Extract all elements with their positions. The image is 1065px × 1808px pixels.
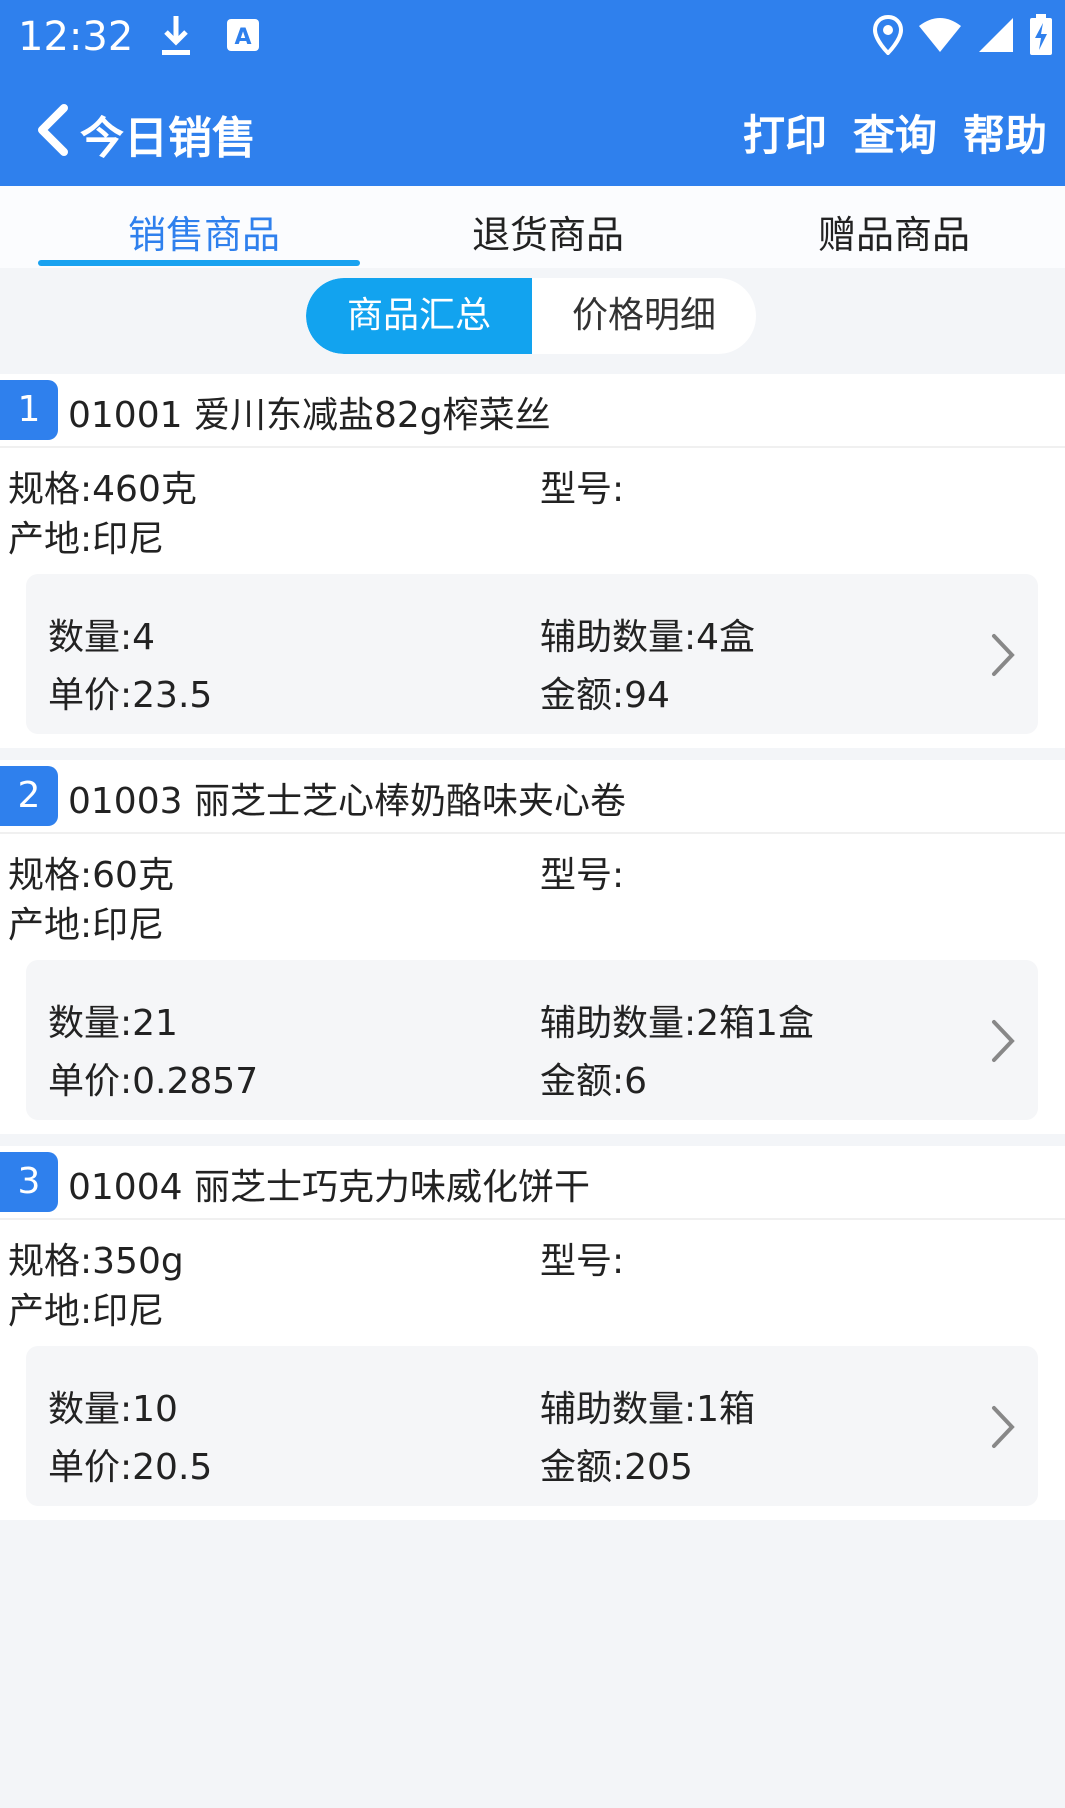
product-amount: 金额:94 — [540, 675, 670, 716]
product-model: 型号: — [540, 469, 625, 510]
product-index-badge: 1 — [0, 380, 58, 440]
view-segmented-control: 商品汇总 价格明细 — [306, 278, 756, 354]
product-name: 01004 丽芝士巧克力味威化饼干 — [68, 1167, 590, 1208]
product-aux-quantity: 辅助数量:1箱 — [540, 1389, 756, 1430]
product-origin: 产地:印尼 — [8, 519, 165, 560]
help-button[interactable]: 帮助 — [963, 102, 1047, 163]
product-origin: 产地:印尼 — [8, 1291, 165, 1332]
tab-sales-goods[interactable]: 销售商品 — [128, 204, 280, 259]
product-card: 2 01003 丽芝士芝心棒奶酪味夹心卷 规格:60克 型号: 产地:印尼 数量… — [0, 760, 1065, 1134]
product-quantity: 数量:21 — [48, 1003, 178, 1044]
print-button[interactable]: 打印 — [743, 102, 827, 163]
product-spec: 规格:60克 — [8, 855, 174, 896]
product-card: 1 01001 爱川东减盐82g榨菜丝 规格:460克 型号: 产地:印尼 数量… — [0, 374, 1065, 748]
product-origin: 产地:印尼 — [8, 905, 165, 946]
wifi-icon — [917, 16, 963, 58]
product-unit-price: 单价:23.5 — [48, 675, 213, 716]
page-title: 今日销售 — [80, 113, 256, 164]
divider — [0, 1218, 1065, 1220]
a-notification-icon: A — [226, 18, 260, 56]
tab-gift-goods[interactable]: 赠品商品 — [818, 204, 970, 259]
svg-text:A: A — [234, 25, 251, 50]
product-name: 01003 丽芝士芝心棒奶酪味夹心卷 — [68, 781, 626, 822]
chevron-right-icon — [990, 1404, 1016, 1450]
product-amount: 金额:6 — [540, 1061, 648, 1102]
chevron-right-icon — [990, 632, 1016, 678]
product-model: 型号: — [540, 1241, 625, 1282]
product-aux-quantity: 辅助数量:4盒 — [540, 617, 756, 658]
tab-return-goods[interactable]: 退货商品 — [472, 204, 624, 259]
back-arrow-icon[interactable] — [30, 100, 74, 160]
signal-icon — [977, 16, 1015, 58]
divider — [0, 832, 1065, 834]
product-detail-row[interactable]: 数量:10 辅助数量:1箱 单价:20.5 金额:205 — [26, 1346, 1038, 1506]
product-amount: 金额:205 — [540, 1447, 693, 1488]
query-button[interactable]: 查询 — [853, 102, 937, 163]
header-actions: 打印 查询 帮助 — [743, 102, 1047, 163]
status-bar: 12:32 A — [0, 0, 1065, 76]
product-spec: 规格:350g — [8, 1241, 184, 1282]
segment-price-detail[interactable]: 价格明细 — [532, 278, 756, 354]
product-detail-row[interactable]: 数量:21 辅助数量:2箱1盒 单价:0.2857 金额:6 — [26, 960, 1038, 1120]
product-quantity: 数量:10 — [48, 1389, 178, 1430]
top-bar: 12:32 A 今日销售 打印 查询 帮助 — [0, 0, 1065, 186]
product-index-badge: 2 — [0, 766, 58, 826]
product-detail-row[interactable]: 数量:4 辅助数量:4盒 单价:23.5 金额:94 — [26, 574, 1038, 734]
tab-bar: 销售商品 退货商品 赠品商品 — [0, 186, 1065, 268]
product-aux-quantity: 辅助数量:2箱1盒 — [540, 1003, 814, 1044]
product-index-badge: 3 — [0, 1152, 58, 1212]
tab-indicator — [38, 260, 360, 266]
product-model: 型号: — [540, 855, 625, 896]
segment-goods-summary[interactable]: 商品汇总 — [306, 278, 532, 354]
product-quantity: 数量:4 — [48, 617, 156, 658]
battery-charging-icon — [1029, 14, 1053, 60]
product-card: 3 01004 丽芝士巧克力味威化饼干 规格:350g 型号: 产地:印尼 数量… — [0, 1146, 1065, 1520]
product-unit-price: 单价:0.2857 — [48, 1061, 259, 1102]
download-icon — [158, 14, 194, 62]
product-spec: 规格:460克 — [8, 469, 197, 510]
app-bar: 今日销售 打印 查询 帮助 — [0, 86, 1065, 176]
chevron-right-icon — [990, 1018, 1016, 1064]
location-icon — [872, 14, 904, 59]
product-name: 01001 爱川东减盐82g榨菜丝 — [68, 395, 551, 436]
status-time: 12:32 — [18, 14, 134, 60]
divider — [0, 446, 1065, 448]
product-unit-price: 单价:20.5 — [48, 1447, 213, 1488]
